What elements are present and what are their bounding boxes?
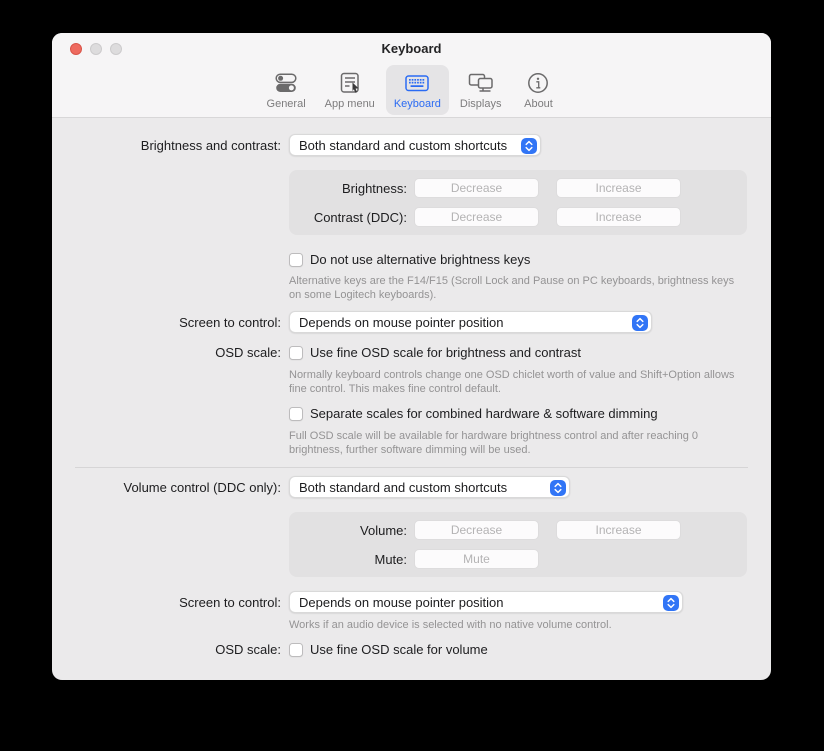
tab-label: Keyboard — [394, 98, 441, 110]
brightness-decrease-button[interactable]: Decrease — [414, 178, 539, 198]
shortcut-row-volume: Volume: Decrease Increase — [289, 520, 747, 540]
volume-shortcut-box: Volume: Decrease Increase Mute: Mute — [289, 512, 747, 577]
alt-brightness-keys-help: Alternative keys are the F14/F15 (Scroll… — [289, 274, 747, 302]
volume-decrease-button[interactable]: Decrease — [414, 520, 539, 540]
checkbox-label: Do not use alternative brightness keys — [310, 252, 530, 267]
alt-brightness-keys-row: Do not use alternative brightness keys — [289, 252, 771, 267]
stepper-icon — [521, 138, 537, 154]
toolbar: General App menu — [52, 63, 771, 115]
checkbox-label: Separate scales for combined hardware & … — [310, 406, 658, 421]
zoom-button[interactable] — [110, 43, 122, 55]
tab-label: General — [267, 98, 306, 110]
toggles-icon — [273, 70, 299, 96]
close-button[interactable] — [70, 43, 82, 55]
osd-scale-label: OSD scale: — [52, 345, 289, 360]
dropdown-value: Both standard and custom shortcuts — [299, 480, 507, 495]
tab-about[interactable]: About — [512, 65, 564, 115]
brightness-increase-button[interactable]: Increase — [556, 178, 681, 198]
osd-scale-label: OSD scale: — [52, 642, 289, 657]
tab-label: Displays — [460, 98, 502, 110]
keyboard-icon — [403, 70, 431, 96]
screen-to-control-label: Screen to control: — [52, 315, 289, 330]
brightness-contrast-row: Brightness and contrast: Both standard a… — [52, 134, 771, 156]
fine-osd-volume-row: Use fine OSD scale for volume — [289, 642, 488, 657]
tab-displays[interactable]: Displays — [452, 65, 510, 115]
separate-scales-help: Full OSD scale will be available for har… — [289, 429, 747, 457]
tab-app-menu[interactable]: App menu — [317, 65, 383, 115]
osd-scale-row: OSD scale: Use fine OSD scale for bright… — [52, 345, 771, 360]
row-label: Volume: — [289, 523, 407, 538]
screen-to-control-row: Screen to control: Depends on mouse poin… — [52, 311, 771, 333]
dropdown-value: Depends on mouse pointer position — [299, 595, 504, 610]
contrast-increase-button[interactable]: Increase — [556, 207, 681, 227]
dropdown-value: Both standard and custom shortcuts — [299, 138, 507, 153]
row-label: Contrast (DDC): — [289, 210, 407, 225]
separate-scales-checkbox[interactable] — [289, 407, 303, 421]
volume-increase-button[interactable]: Increase — [556, 520, 681, 540]
keyboard-settings-pane: Brightness and contrast: Both standard a… — [52, 118, 771, 657]
separate-scales-row: Separate scales for combined hardware & … — [289, 406, 771, 421]
brightness-shortcuts-dropdown[interactable]: Both standard and custom shortcuts — [289, 134, 541, 156]
checkbox-label: Use fine OSD scale for brightness and co… — [310, 345, 581, 360]
fine-osd-row: Use fine OSD scale for brightness and co… — [289, 345, 581, 360]
volume-screen-help: Works if an audio device is selected wit… — [289, 618, 747, 632]
volume-control-row: Volume control (DDC only): Both standard… — [52, 476, 771, 498]
screen-to-control-volume-row: Screen to control: Depends on mouse poin… — [52, 591, 771, 613]
row-label: Brightness: — [289, 181, 407, 196]
stepper-icon — [663, 595, 679, 611]
info-icon — [525, 70, 551, 96]
checkbox-label: Use fine OSD scale for volume — [310, 642, 488, 657]
preferences-window: Keyboard General — [52, 33, 771, 680]
shortcut-row-mute: Mute: Mute — [289, 549, 747, 569]
osd-scale-volume-row: OSD scale: Use fine OSD scale for volume — [52, 642, 771, 657]
volume-screen-dropdown[interactable]: Depends on mouse pointer position — [289, 591, 683, 613]
minimize-button[interactable] — [90, 43, 102, 55]
stepper-icon — [632, 315, 648, 331]
section-divider — [75, 467, 748, 468]
shortcut-row-contrast: Contrast (DDC): Decrease Increase — [289, 207, 747, 227]
screen-to-control-label: Screen to control: — [52, 595, 289, 610]
contrast-decrease-button[interactable]: Decrease — [414, 207, 539, 227]
row-label: Mute: — [289, 552, 407, 567]
stepper-icon — [550, 480, 566, 496]
fine-osd-brightness-checkbox[interactable] — [289, 346, 303, 360]
alt-brightness-keys-checkbox[interactable] — [289, 253, 303, 267]
traffic-lights — [70, 43, 122, 55]
dropdown-value: Depends on mouse pointer position — [299, 315, 504, 330]
volume-control-label: Volume control (DDC only): — [52, 480, 289, 495]
tab-general[interactable]: General — [259, 65, 314, 115]
window-chrome: Keyboard General — [52, 33, 771, 118]
brightness-screen-dropdown[interactable]: Depends on mouse pointer position — [289, 311, 652, 333]
titlebar: Keyboard — [52, 33, 771, 63]
tab-keyboard[interactable]: Keyboard — [386, 65, 449, 115]
menu-cursor-icon — [337, 70, 363, 96]
displays-icon — [466, 70, 496, 96]
brightness-shortcut-box: Brightness: Decrease Increase Contrast (… — [289, 170, 747, 235]
fine-osd-volume-checkbox[interactable] — [289, 643, 303, 657]
window-title: Keyboard — [382, 41, 442, 56]
fine-osd-help: Normally keyboard controls change one OS… — [289, 368, 747, 396]
tab-label: App menu — [325, 98, 375, 110]
shortcut-row-brightness: Brightness: Decrease Increase — [289, 178, 747, 198]
volume-shortcuts-dropdown[interactable]: Both standard and custom shortcuts — [289, 476, 570, 498]
brightness-contrast-label: Brightness and contrast: — [52, 138, 289, 153]
mute-button[interactable]: Mute — [414, 549, 539, 569]
tab-label: About — [524, 98, 553, 110]
